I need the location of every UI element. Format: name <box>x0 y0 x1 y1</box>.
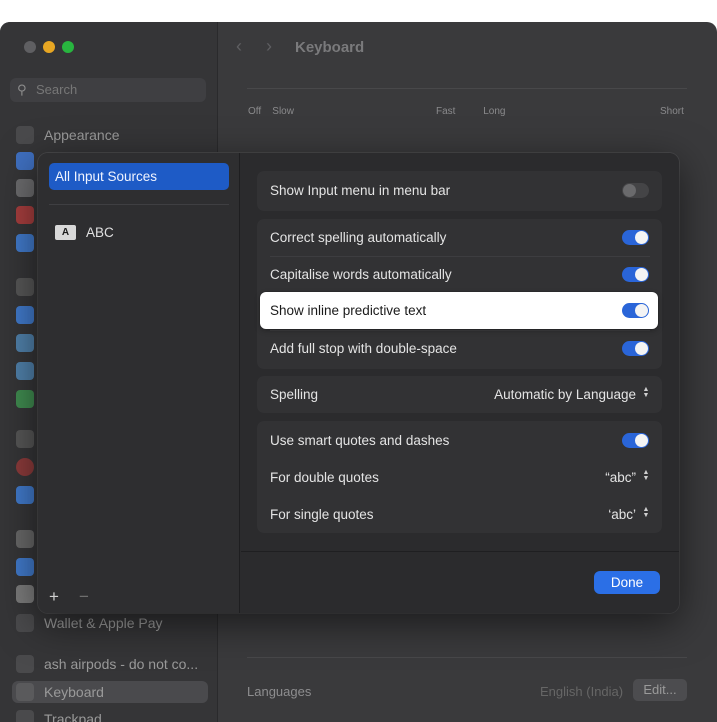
full-stop-row: Add full stop with double-space <box>257 330 662 367</box>
divider <box>49 204 229 205</box>
search-icon: ⚲ <box>17 82 27 97</box>
page-title: Keyboard <box>295 39 365 56</box>
double-quotes-popup[interactable]: “abc” ▲ ▼ <box>605 459 650 496</box>
input-sources-list: All Input Sources A ABC + − <box>38 153 240 613</box>
remove-input-source-button[interactable]: − <box>79 587 89 607</box>
capitalise-words-row: Capitalise words automatically <box>257 256 662 293</box>
slider-track <box>247 88 687 89</box>
input-source-abc[interactable]: A ABC <box>55 224 114 242</box>
sidebar-item-label: Wallet & Apple Pay <box>44 615 163 631</box>
sidebar-icon[interactable] <box>16 362 34 380</box>
add-input-source-button[interactable]: + <box>49 587 59 607</box>
sidebar-icon[interactable] <box>16 334 34 352</box>
row-label: Spelling <box>270 387 319 402</box>
forward-icon[interactable]: › <box>266 36 272 57</box>
row-label: For double quotes <box>270 470 379 485</box>
sidebar-item-airpods[interactable]: ash airpods - do not co... <box>16 653 212 675</box>
single-quotes-value: ‘abc’ <box>608 507 636 522</box>
settings-group: Spelling Automatic by Language ▲ ▼ <box>257 376 662 413</box>
sidebar-icon[interactable] <box>16 530 34 548</box>
double-quotes-row: For double quotes “abc” ▲ ▼ <box>257 459 662 496</box>
spelling-value: Automatic by Language <box>494 387 636 402</box>
sidebar-icon[interactable] <box>16 179 34 197</box>
search-placeholder: Search <box>36 82 78 97</box>
correct-spelling-toggle[interactable] <box>622 230 649 245</box>
sidebar-item-label: Keyboard <box>44 684 104 700</box>
row-label: For single quotes <box>270 507 374 522</box>
sidebar-icon[interactable] <box>16 430 34 448</box>
all-input-sources-item[interactable]: All Input Sources <box>49 163 229 190</box>
sidebar-icon[interactable] <box>16 390 34 408</box>
smart-quotes-row: Use smart quotes and dashes <box>257 422 662 459</box>
sidebar-icon[interactable] <box>16 234 34 252</box>
row-label: Show inline predictive text <box>270 303 427 318</box>
smart-quotes-toggle[interactable] <box>622 433 649 448</box>
settings-group: Show Input menu in menu bar <box>257 171 662 211</box>
row-label: Add full stop with double-space <box>270 341 457 356</box>
input-sources-sheet: All Input Sources A ABC + − Show Input me… <box>38 153 679 613</box>
back-icon[interactable]: ‹ <box>236 36 242 57</box>
input-source-label: ABC <box>86 225 114 240</box>
row-label: Show Input menu in menu bar <box>270 183 451 198</box>
slider-label: Off Slow <box>248 106 294 117</box>
appearance-icon <box>16 126 34 144</box>
capitalise-words-toggle[interactable] <box>622 267 649 282</box>
row-label: Capitalise words automatically <box>270 267 452 282</box>
spelling-row: Spelling Automatic by Language ▲ ▼ <box>257 376 662 413</box>
sidebar-item-keyboard[interactable]: Keyboard <box>12 681 208 703</box>
chevron-up-down-icon: ▲ ▼ <box>642 469 650 483</box>
single-quotes-row: For single quotes ‘abc’ ▲ ▼ <box>257 496 662 533</box>
inline-predictive-text-toggle[interactable] <box>622 303 649 318</box>
languages-label: Languages <box>247 684 312 699</box>
sidebar-icon[interactable] <box>16 486 34 504</box>
double-quotes-value: “abc” <box>605 470 636 485</box>
sidebar-item-label: Appearance <box>44 127 120 143</box>
abc-keyboard-icon: A <box>55 224 76 240</box>
zoom-window-button[interactable] <box>62 41 74 53</box>
edit-languages-button[interactable]: Edit... <box>633 679 687 701</box>
slider-label: Short <box>660 106 684 117</box>
input-source-settings: Show Input menu in menu bar Correct spel… <box>241 153 679 613</box>
divider <box>247 657 687 658</box>
row-label: Correct spelling automatically <box>270 230 447 245</box>
spelling-popup[interactable]: Automatic by Language ▲ ▼ <box>494 376 650 413</box>
single-quotes-popup[interactable]: ‘abc’ ▲ ▼ <box>608 496 650 533</box>
trackpad-icon <box>16 710 34 722</box>
sidebar-icon[interactable] <box>16 206 34 224</box>
sidebar-icon[interactable] <box>16 458 34 476</box>
row-label: Use smart quotes and dashes <box>270 433 450 448</box>
list-footer: + − <box>38 583 240 613</box>
show-inline-predictive-text-row: Show inline predictive text <box>260 292 658 329</box>
keyboard-icon <box>16 683 34 701</box>
close-window-button[interactable] <box>24 41 36 53</box>
settings-group: Use smart quotes and dashes For double q… <box>257 421 662 533</box>
sidebar-search-field[interactable]: ⚲ Search <box>10 78 206 102</box>
sidebar-item-wallet[interactable]: Wallet & Apple Pay <box>16 612 212 634</box>
sidebar-icon[interactable] <box>16 278 34 296</box>
sidebar-icon[interactable] <box>16 558 34 576</box>
languages-value: English (India) <box>540 684 624 699</box>
sidebar-icon[interactable] <box>16 152 34 170</box>
sidebar-item-label: ash airpods - do not co... <box>44 656 199 672</box>
full-stop-toggle[interactable] <box>622 341 649 356</box>
sidebar-icon[interactable] <box>16 306 34 324</box>
show-input-menu-row: Show Input menu in menu bar <box>257 172 662 209</box>
show-input-menu-toggle[interactable] <box>622 183 649 198</box>
divider <box>241 551 679 552</box>
sidebar-item-appearance[interactable]: Appearance <box>16 124 212 146</box>
wallet-icon <box>16 614 34 632</box>
airpods-icon <box>16 655 34 673</box>
correct-spelling-row: Correct spelling automatically <box>257 219 662 256</box>
chevron-up-down-icon: ▲ ▼ <box>642 506 650 520</box>
sidebar-icon[interactable] <box>16 585 34 603</box>
chevron-up-down-icon: ▲ ▼ <box>642 386 650 400</box>
slider-label: Fast Long <box>436 106 506 117</box>
sidebar-item-label: Trackpad <box>44 711 102 722</box>
done-button[interactable]: Done <box>594 571 660 594</box>
sidebar-item-trackpad[interactable]: Trackpad <box>16 708 212 722</box>
minimize-window-button[interactable] <box>43 41 55 53</box>
